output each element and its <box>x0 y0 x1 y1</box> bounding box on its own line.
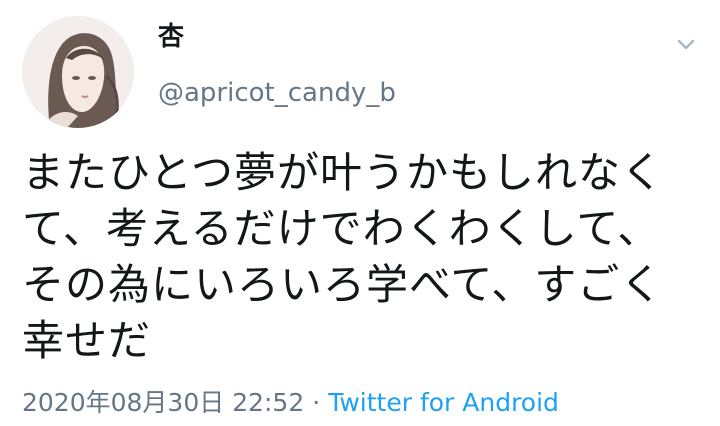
user-handle[interactable]: @apricot_candy_b <box>158 76 396 110</box>
tweet-meta: 2020年08月30日 22:52 · Twitter for Android <box>22 386 559 420</box>
avatar[interactable] <box>22 16 134 128</box>
avatar-illustration <box>22 16 134 128</box>
source-link[interactable]: Twitter for Android <box>328 388 559 417</box>
chevron-down-icon[interactable] <box>674 32 698 56</box>
timestamp[interactable]: 2020年08月30日 22:52 <box>22 388 304 417</box>
display-name[interactable]: 杏 <box>158 20 184 54</box>
meta-separator: · <box>312 388 321 417</box>
tweet-text: またひとつ夢が叶うかもしれなく て、考えるだけでわくわくして、 その為にいろいろ… <box>22 148 665 365</box>
